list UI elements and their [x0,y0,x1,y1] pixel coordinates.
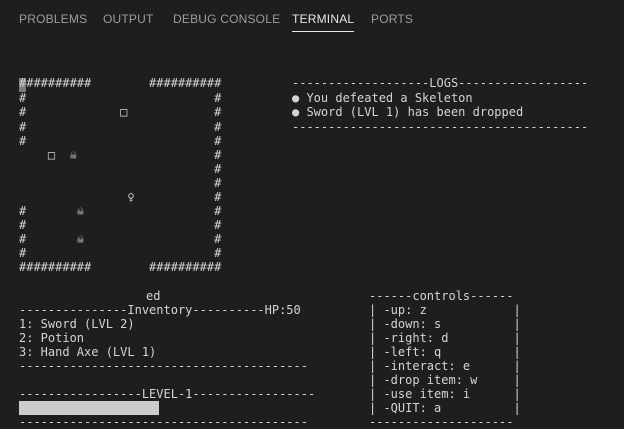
level-footer: ---------------------------------------- [19,415,308,429]
xp-progress-bar [19,401,159,415]
inventory-item: 2: Potion [19,331,85,345]
controls-header: ------controls------ [369,289,514,303]
control-line: | -interact: e | [369,359,521,373]
status-text: ed [146,289,161,303]
map-row: # ☠ # [19,204,222,218]
control-line: | -down: s | [369,317,521,331]
map-row: □ ☠ # [19,148,222,162]
inventory-item: 3: Hand Axe (LVL 1) [19,345,157,359]
inventory-footer: ---------------------------------------- [19,359,308,373]
map-row: # # [19,91,222,105]
control-line: | -left: q | [369,345,521,359]
logs-footer: ----------------------------------------… [292,120,589,134]
control-line: | -use item: i | [369,387,521,401]
controls-footer: -------------------- [369,415,514,429]
map-row: ########## ########## [19,76,222,90]
control-line: | -QUIT: a | [369,401,521,415]
map-row: ########## ########## [19,260,222,274]
tab-output[interactable]: OUTPUT [103,11,154,31]
control-line: | -up: z | [369,303,521,317]
tab-terminal[interactable]: TERMINAL [292,11,355,32]
control-line: | -drop item: w | [369,373,521,387]
map-row: # ☠ # [19,232,222,246]
map-row: # □ # [19,105,222,119]
terminal-cursor [19,78,26,92]
tab-debug-console[interactable]: DEBUG CONSOLE [173,11,280,31]
map-row: # # [19,246,222,260]
log-line: ● Sword (LVL 1) has been dropped [292,105,524,119]
map-row: # # [19,120,222,134]
tab-ports[interactable]: PORTS [371,11,413,31]
tab-problems[interactable]: PROBLEMS [19,11,87,31]
map-row: # # [19,134,222,148]
map-row: # [19,162,222,176]
logs-header: -------------------LOGS-----------------… [292,76,589,90]
panel-tab-bar: PROBLEMS OUTPUT DEBUG CONSOLE TERMINAL P… [0,0,624,36]
inventory-header: ---------------Inventory----------HP:50 [19,303,301,317]
log-line: ● You defeated a Skeleton [292,91,473,105]
terminal-output[interactable]: ########## ########## # # # □ # # # # # … [0,36,624,429]
map-row: # [19,176,222,190]
level-header: -----------------LEVEL-1----------------… [19,387,316,401]
map-row: ♀ # [19,190,222,204]
map-row: # # [19,218,222,232]
control-line: | -right: d | [369,331,521,345]
inventory-item: 1: Sword (LVL 2) [19,317,135,331]
